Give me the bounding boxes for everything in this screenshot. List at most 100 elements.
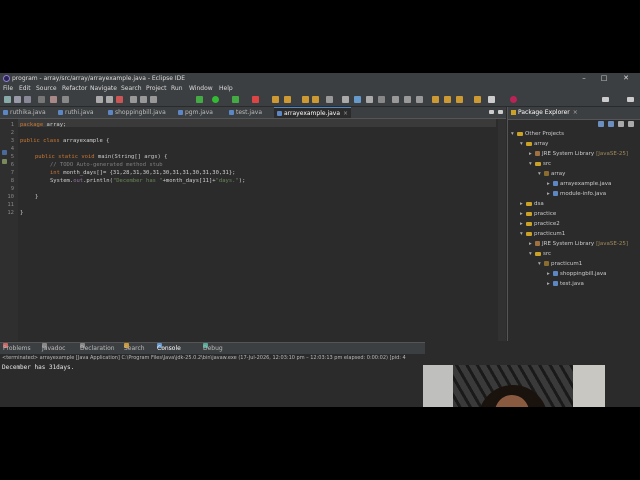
last-edit-icon[interactable] (432, 96, 439, 103)
menu-help[interactable]: Help (219, 84, 233, 94)
skip-breakpoints-icon[interactable] (62, 96, 69, 103)
menu-navigate[interactable]: Navigate (90, 84, 117, 94)
close-window-button[interactable]: ✕ (616, 73, 636, 84)
folder-icon (517, 131, 523, 136)
tree-item[interactable]: ▸ shoppingbill.java (547, 271, 607, 277)
line-number: 12 (7, 210, 14, 216)
perspective-icon[interactable] (510, 96, 517, 103)
pin-editor-icon[interactable] (416, 96, 423, 103)
forward-icon[interactable] (456, 96, 463, 103)
menu-refactor[interactable]: Refactor (62, 84, 87, 94)
open-type-icon[interactable] (312, 96, 319, 103)
tree-item[interactable]: ▸ practice (520, 211, 556, 217)
tree-item-label: src (543, 251, 552, 257)
run-icon[interactable] (212, 96, 219, 103)
search-icon[interactable] (326, 96, 333, 103)
menu-file[interactable]: File (3, 84, 13, 94)
tree-item[interactable]: ▾ Other Projects (511, 131, 564, 137)
tab-ruthika[interactable]: ruthika.java (3, 107, 46, 118)
package-explorer-icon (511, 110, 516, 115)
tree-item[interactable]: ▸ practice2 (520, 221, 560, 227)
code-text: .println( (83, 178, 113, 184)
menu-window[interactable]: Window (189, 84, 213, 94)
step-return-icon[interactable] (150, 96, 157, 103)
tab-pgm[interactable]: pgm.java (178, 107, 213, 118)
tab-shoppingbill[interactable]: shoppingbill.java (108, 107, 166, 118)
new-icon[interactable] (4, 96, 11, 103)
terminate-icon[interactable] (116, 96, 123, 103)
close-console-icon[interactable]: × (160, 343, 165, 354)
code-text: +month_days[11]+ (162, 178, 216, 184)
suspend-icon[interactable] (106, 96, 113, 103)
line-number: 3 (10, 138, 14, 144)
tree-item[interactable]: ▾ src (529, 251, 551, 257)
close-tab-icon[interactable]: × (343, 110, 348, 117)
collapse-all-icon[interactable] (598, 121, 604, 127)
tab-package-explorer[interactable]: Package Explorer × (511, 107, 578, 119)
tab-label: Problems (3, 345, 31, 352)
close-view-icon[interactable]: × (573, 109, 578, 116)
prev-annotation-icon[interactable] (404, 96, 411, 103)
tree-item-label: Other Projects (525, 131, 565, 137)
line-number: 8 (10, 178, 14, 184)
menu-edit[interactable]: Edit (19, 84, 31, 94)
back-icon[interactable] (444, 96, 451, 103)
menu-search[interactable]: Search (121, 84, 142, 94)
word-wrap-icon[interactable] (354, 96, 361, 103)
tree-item[interactable]: ▸ JRE System Library [JavaSE-25] (529, 151, 628, 157)
new-class-icon[interactable] (302, 96, 309, 103)
resume-icon[interactable] (96, 96, 103, 103)
tree-item-label: JRE System Library (542, 151, 595, 157)
show-whitespace-icon[interactable] (378, 96, 385, 103)
step-over-icon[interactable] (140, 96, 147, 103)
console-output[interactable]: December has 31days. (0, 363, 425, 407)
debug-toolbar-icon[interactable] (50, 96, 57, 103)
tree-item[interactable]: ▾ practicum1 (520, 231, 565, 237)
tree-item[interactable]: ▾ practicum1 (538, 261, 582, 267)
tab-label: pgm.java (185, 109, 213, 116)
tab-ruthi[interactable]: ruthi.java (58, 107, 94, 118)
menu-run[interactable]: Run (171, 84, 183, 94)
step-into-icon[interactable] (130, 96, 137, 103)
debug-icon[interactable] (196, 96, 203, 103)
external-tools-icon[interactable] (252, 96, 259, 103)
toggle-mark-icon[interactable] (342, 96, 349, 103)
tab-label: Declaration (80, 345, 115, 352)
coverage-icon[interactable] (232, 96, 239, 103)
new-java-project-icon[interactable] (272, 96, 279, 103)
tree-item[interactable]: ▸ arrayexample.java (547, 181, 611, 187)
tree-item[interactable]: ▸ module-info.java (547, 191, 606, 197)
nav-forward-icon[interactable] (474, 96, 481, 103)
print-icon[interactable] (38, 96, 45, 103)
save-all-icon[interactable] (24, 96, 31, 103)
save-icon[interactable] (14, 96, 21, 103)
tree-item[interactable]: ▾ src (529, 161, 551, 167)
maximize-button[interactable]: □ (594, 73, 614, 84)
tab-arrayexample[interactable]: arrayexample.java × (274, 107, 352, 118)
view-menu-icon[interactable] (628, 121, 634, 127)
menu-source[interactable]: Source (36, 84, 57, 94)
tree-item[interactable]: ▸ JRE System Library [JavaSE-25] (529, 241, 628, 247)
next-annotation-icon[interactable] (392, 96, 399, 103)
filter-icon[interactable] (618, 121, 624, 127)
java-file-icon (58, 110, 63, 115)
tab-label: Debug (203, 345, 223, 352)
nav-arrow-icon[interactable] (488, 96, 495, 103)
code-area[interactable]: 1 2 3 4 5 6 7 8 9 10 11 12 package array… (0, 119, 498, 341)
minimize-button[interactable]: – (574, 73, 594, 84)
editor-scrollbar[interactable] (498, 119, 506, 341)
block-selection-icon[interactable] (366, 96, 373, 103)
minimize-editor-icon[interactable] (489, 110, 494, 114)
webcam-overlay (423, 365, 605, 407)
new-package-icon[interactable] (284, 96, 291, 103)
menu-project[interactable]: Project (146, 84, 167, 94)
tree-item[interactable]: ▾ array (520, 141, 548, 147)
maximize-editor-icon[interactable] (498, 110, 503, 114)
restore-view-icon[interactable] (602, 97, 609, 102)
tree-item[interactable]: ▾ array (538, 171, 565, 177)
link-editor-icon[interactable] (608, 121, 614, 127)
maximize-view-icon[interactable] (627, 97, 634, 102)
tab-test[interactable]: test.java (229, 107, 262, 118)
tree-item[interactable]: ▸ dsa (520, 201, 544, 207)
tree-item[interactable]: ▸ test.java (547, 281, 584, 287)
